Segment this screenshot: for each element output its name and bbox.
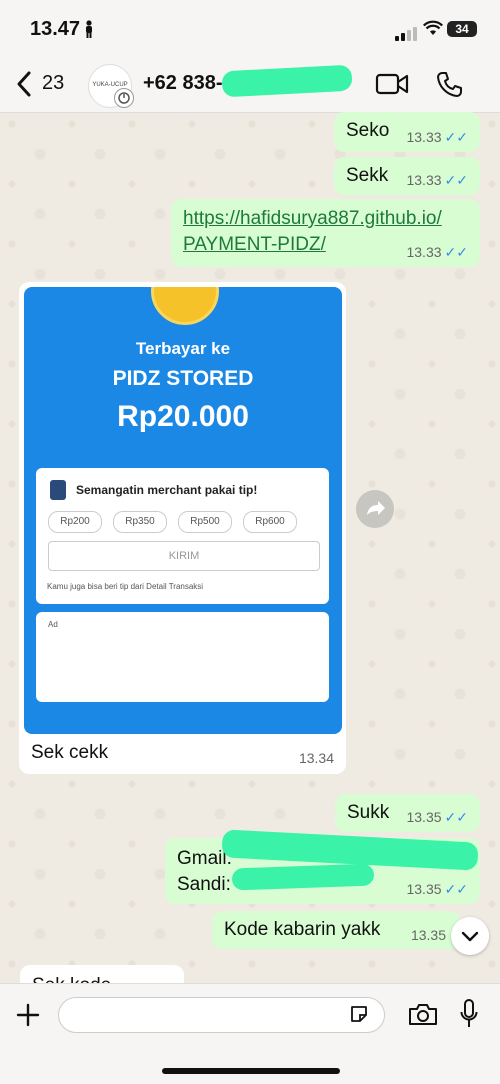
paid-to-label: Terbayar ke bbox=[135, 339, 231, 358]
message-text: Sukk bbox=[347, 802, 390, 823]
forward-icon[interactable] bbox=[356, 490, 394, 528]
ad-card: Ad bbox=[36, 612, 329, 702]
camera-icon[interactable] bbox=[408, 1002, 438, 1026]
back-chevron-icon[interactable] bbox=[14, 70, 34, 98]
battery-icon: 34 bbox=[447, 21, 477, 37]
read-ticks-icon: ✓✓ bbox=[444, 809, 468, 825]
message-meta: 13.35 ✓✓ bbox=[406, 881, 468, 897]
tip-option: Rp600 bbox=[243, 511, 297, 533]
tip-option: Rp500 bbox=[178, 511, 232, 533]
ad-label: Ad bbox=[48, 620, 58, 629]
message-text: Kode kabarin yakk bbox=[224, 919, 381, 940]
read-ticks-icon: ✓✓ bbox=[444, 129, 468, 145]
message-input[interactable] bbox=[58, 997, 385, 1033]
message-meta: 13.35 bbox=[410, 927, 446, 943]
tip-note: Kamu juga bisa beri tip dari Detail Tran… bbox=[47, 582, 204, 591]
status-time: 13.47 bbox=[30, 18, 81, 40]
tip-jar-icon bbox=[50, 480, 66, 500]
tip-option: Rp200 bbox=[48, 511, 102, 533]
sticker-icon[interactable] bbox=[349, 1004, 369, 1024]
scroll-down-chevron-icon[interactable] bbox=[451, 917, 489, 955]
merchant-name: PIDZ STORED bbox=[112, 367, 254, 390]
redaction-mark bbox=[221, 64, 353, 98]
disappearing-timer-icon bbox=[114, 88, 134, 108]
message-bubble[interactable]: Kode kabarin yakk 13.35 bbox=[212, 911, 460, 949]
wifi-icon bbox=[423, 20, 443, 35]
phone-call-icon[interactable] bbox=[436, 70, 462, 98]
payment-link[interactable]: https://hafidsurya887.github.io/PAYMENT-… bbox=[183, 206, 442, 258]
tip-option: Rp350 bbox=[113, 511, 167, 533]
send-tip-button: KIRIM bbox=[48, 541, 320, 571]
microphone-icon[interactable] bbox=[460, 999, 478, 1029]
message-composer bbox=[0, 983, 500, 1084]
chat-header: 23 YUKA-UCUP +62 838-4081 bbox=[0, 58, 500, 113]
credentials-text: Gmail: Sandi: bbox=[177, 848, 232, 895]
message-meta: 13.33 ✓✓ bbox=[406, 244, 468, 260]
video-call-icon[interactable] bbox=[375, 72, 409, 96]
status-bar: 13.47 34 bbox=[0, 0, 500, 58]
message-meta: 13.33 ✓✓ bbox=[406, 172, 468, 188]
message-text: Seko bbox=[346, 120, 390, 141]
read-ticks-icon: ✓✓ bbox=[444, 244, 468, 260]
image-caption: Sek cekk bbox=[31, 742, 109, 763]
message-bubble[interactable]: Seko 13.33 ✓✓ bbox=[334, 112, 480, 152]
message-bubble[interactable]: https://hafidsurya887.github.io/PAYMENT-… bbox=[171, 199, 480, 267]
message-meta: 13.34 bbox=[298, 750, 334, 766]
read-ticks-icon: ✓✓ bbox=[444, 881, 468, 897]
home-indicator bbox=[162, 1068, 340, 1074]
message-bubble[interactable]: Sukk 13.35 ✓✓ bbox=[335, 794, 480, 832]
plus-icon[interactable] bbox=[16, 1003, 40, 1027]
message-text: Sekk bbox=[346, 165, 389, 186]
payment-receipt-image[interactable]: Terbayar ke PIDZ STORED Rp20.000 Semanga… bbox=[24, 287, 342, 734]
message-meta: 13.35 ✓✓ bbox=[406, 809, 468, 825]
unread-count[interactable]: 23 bbox=[42, 72, 64, 95]
tip-heading: Semangatin merchant pakai tip! bbox=[76, 483, 258, 497]
payment-amount: Rp20.000 bbox=[117, 400, 249, 433]
tip-card: Semangatin merchant pakai tip! Rp200 Rp3… bbox=[36, 468, 329, 604]
person-icon bbox=[86, 20, 92, 38]
message-meta: 13.33 ✓✓ bbox=[406, 129, 468, 145]
signal-icon bbox=[395, 23, 419, 41]
success-check-icon bbox=[151, 287, 219, 325]
read-ticks-icon: ✓✓ bbox=[444, 172, 468, 188]
message-bubble[interactable]: Sekk 13.33 ✓✓ bbox=[334, 157, 480, 195]
